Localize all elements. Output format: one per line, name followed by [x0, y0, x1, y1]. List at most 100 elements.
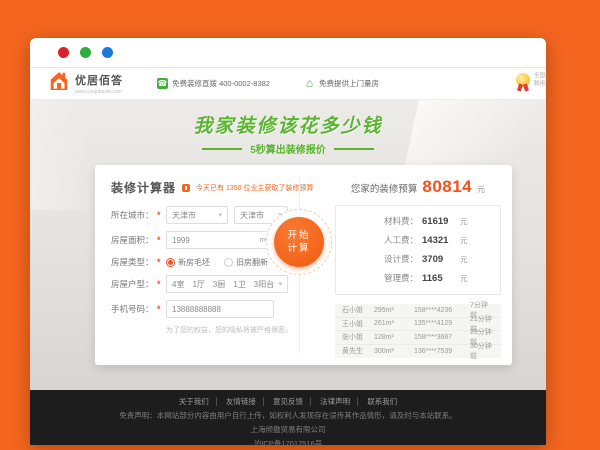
layout-value: 4室 1厅 3厨 1卫 3阳台 — [172, 279, 274, 290]
budget-unit: 元 — [477, 184, 485, 195]
budget-amount: 80814 — [422, 177, 472, 197]
dash-left — [202, 148, 242, 150]
hotline: ☎ 免费装修直拨 400-0002-8382 — [157, 78, 270, 89]
city-label: 所在城市： — [111, 209, 157, 221]
cost-unit: 元 — [460, 273, 474, 284]
page-body: 我家装修该花多少钱 5秒算出装修报价 装修计算器 今天已有 1350 位业主获取… — [30, 100, 546, 390]
footer-company: 上海倾傲贸易有限公司 — [30, 424, 546, 435]
radio-unselected-icon — [224, 258, 233, 267]
calculator-card: 装修计算器 今天已有 1350 位业主获取了装修预算 所在城市： * 天津市 ▾… — [95, 165, 512, 365]
browser-titlebar — [30, 38, 546, 68]
traffic-light-close-icon[interactable] — [58, 47, 69, 58]
required-marker: * — [157, 235, 166, 245]
lead-area: 295m² — [374, 307, 414, 314]
lead-phone: 136****7539 — [414, 348, 470, 355]
home-logo-icon — [48, 70, 70, 97]
lead-name: 王小姐 — [342, 319, 374, 329]
lead-area: 128m² — [374, 334, 414, 341]
lead-area: 300m² — [374, 348, 414, 355]
dash-right — [334, 148, 374, 150]
hero: 我家装修该花多少钱 5秒算出装修报价 — [30, 111, 546, 156]
certification-badge: 全国 联用 — [516, 72, 546, 89]
cost-breakdown: 材料费： 61619 元 人工费： 14321 元 设计费： 3709 元 — [335, 205, 501, 295]
province-select[interactable]: 天津市 ▾ — [166, 206, 228, 224]
radio-old-house[interactable]: 旧房翻新 — [224, 257, 268, 268]
province-value: 天津市 — [172, 210, 196, 221]
footer-link-about[interactable]: 关于我们 — [172, 397, 217, 406]
recent-leads-table: 石小姐 295m² 158****4236 7分钟前 王小姐 261m² 135… — [335, 304, 501, 358]
area-input[interactable] — [172, 236, 252, 245]
site-logo[interactable]: 优居佰答 www.youjubaida.com — [48, 70, 123, 97]
cost-unit: 元 — [460, 254, 474, 265]
required-marker: * — [157, 304, 166, 314]
lead-name: 石小姐 — [342, 305, 374, 315]
radio-selected-icon — [166, 258, 175, 267]
layout-select[interactable]: 4室 1厅 3厨 1卫 3阳台 ▾ — [166, 275, 288, 293]
required-marker: * — [157, 257, 166, 267]
phone-icon: ☎ — [157, 78, 168, 89]
badge-line1: 全国 — [534, 72, 545, 80]
cost-label: 设计费： — [362, 253, 418, 265]
area-label: 房屋面积： — [111, 234, 157, 246]
measure-service-text: 免费提供上门量房 — [319, 78, 379, 89]
phone-label: 手机号码： — [111, 303, 157, 315]
hotline-text: 免费装修直拨 400-0002-8382 — [172, 78, 270, 89]
medal-icon — [516, 73, 530, 87]
lead-name: 张小姐 — [342, 332, 374, 342]
start-calculate-line2: 计算 — [287, 242, 310, 255]
radio-new-house[interactable]: 新房毛坯 — [166, 257, 210, 268]
footer-link-legal[interactable]: 法律声明 — [313, 397, 358, 406]
site-url: www.youjubaida.com — [75, 89, 123, 95]
traffic-light-fullscreen-icon[interactable] — [102, 47, 113, 58]
browser-window: 优居佰答 www.youjubaida.com ☎ 免费装修直拨 400-000… — [30, 38, 546, 445]
badge-line2: 联用 — [534, 80, 545, 88]
footer-links: 关于我们 友情链接 意见反馈 法律声明 联系我们 — [30, 390, 546, 407]
notice-icon — [182, 184, 190, 192]
cost-unit: 元 — [460, 216, 474, 227]
required-marker: * — [157, 210, 166, 220]
required-marker: * — [157, 279, 166, 289]
hero-title: 我家装修该花多少钱 — [30, 111, 546, 138]
cost-row-management: 管理费： 1165 元 — [336, 272, 500, 284]
cost-value: 14321 — [422, 235, 458, 246]
lead-area: 261m² — [374, 320, 414, 327]
site-footer: 关于我们 友情链接 意见反馈 法律声明 联系我们 免责声明：本网站部分内容由用户… — [30, 390, 546, 445]
footer-disclaimer: 免责声明：本网站部分内容由用户自行上传，如权利人发现存在误传其作品情形，请及时与… — [30, 410, 546, 421]
footer-icp: 沪ICP备17017516号 — [30, 438, 546, 445]
lead-name: 黄先生 — [342, 346, 374, 356]
measure-service: ⌂ 免费提供上门量房 — [304, 78, 379, 89]
house-type-label: 房屋类型： — [111, 256, 157, 268]
house-icon: ⌂ — [304, 78, 315, 89]
budget-results: 您家的装修预算 80814 元 材料费： 61619 元 人工费： 14321 … — [335, 177, 501, 358]
start-calculate-line1: 开始 — [287, 229, 310, 242]
phone-input[interactable] — [172, 305, 252, 314]
layout-label: 房屋户型： — [111, 278, 157, 290]
traffic-light-minimize-icon[interactable] — [80, 47, 91, 58]
chevron-down-icon: ▾ — [278, 280, 282, 288]
cost-value: 3709 — [422, 254, 458, 265]
calculator-title: 装修计算器 — [111, 179, 176, 196]
budget-title: 您家的装修预算 — [351, 181, 418, 195]
start-calculate-button[interactable]: 开始 计算 — [274, 217, 324, 267]
lead-phone: 158****4236 — [414, 307, 470, 314]
cost-row-design: 设计费： 3709 元 — [336, 253, 500, 265]
cost-value: 1165 — [422, 273, 458, 284]
city-value: 天津市 — [240, 210, 264, 221]
cost-row-labor: 人工费： 14321 元 — [336, 234, 500, 246]
site-header: 优居佰答 www.youjubaida.com ☎ 免费装修直拨 400-000… — [30, 68, 546, 100]
cost-value: 61619 — [422, 216, 458, 227]
lead-time: 30分钟前 — [470, 341, 494, 361]
cost-unit: 元 — [460, 235, 474, 246]
footer-link-contact[interactable]: 联系我们 — [360, 397, 404, 406]
site-name: 优居佰答 — [75, 72, 123, 88]
calculator-notice: 今天已有 1350 位业主获取了装修预算 — [196, 183, 313, 193]
hero-subtitle-text: 5秒算出装修报价 — [250, 141, 326, 156]
cost-label: 人工费： — [362, 234, 418, 246]
footer-link-partners[interactable]: 友情链接 — [219, 397, 264, 406]
table-row: 黄先生 300m² 136****7539 30分钟前 — [335, 345, 501, 359]
lead-phone: 158****3687 — [414, 334, 470, 341]
footer-link-feedback[interactable]: 意见反馈 — [266, 397, 311, 406]
hero-subtitle: 5秒算出装修报价 — [30, 141, 546, 156]
chevron-down-icon: ▾ — [218, 211, 222, 219]
cost-label: 管理费： — [362, 272, 418, 284]
